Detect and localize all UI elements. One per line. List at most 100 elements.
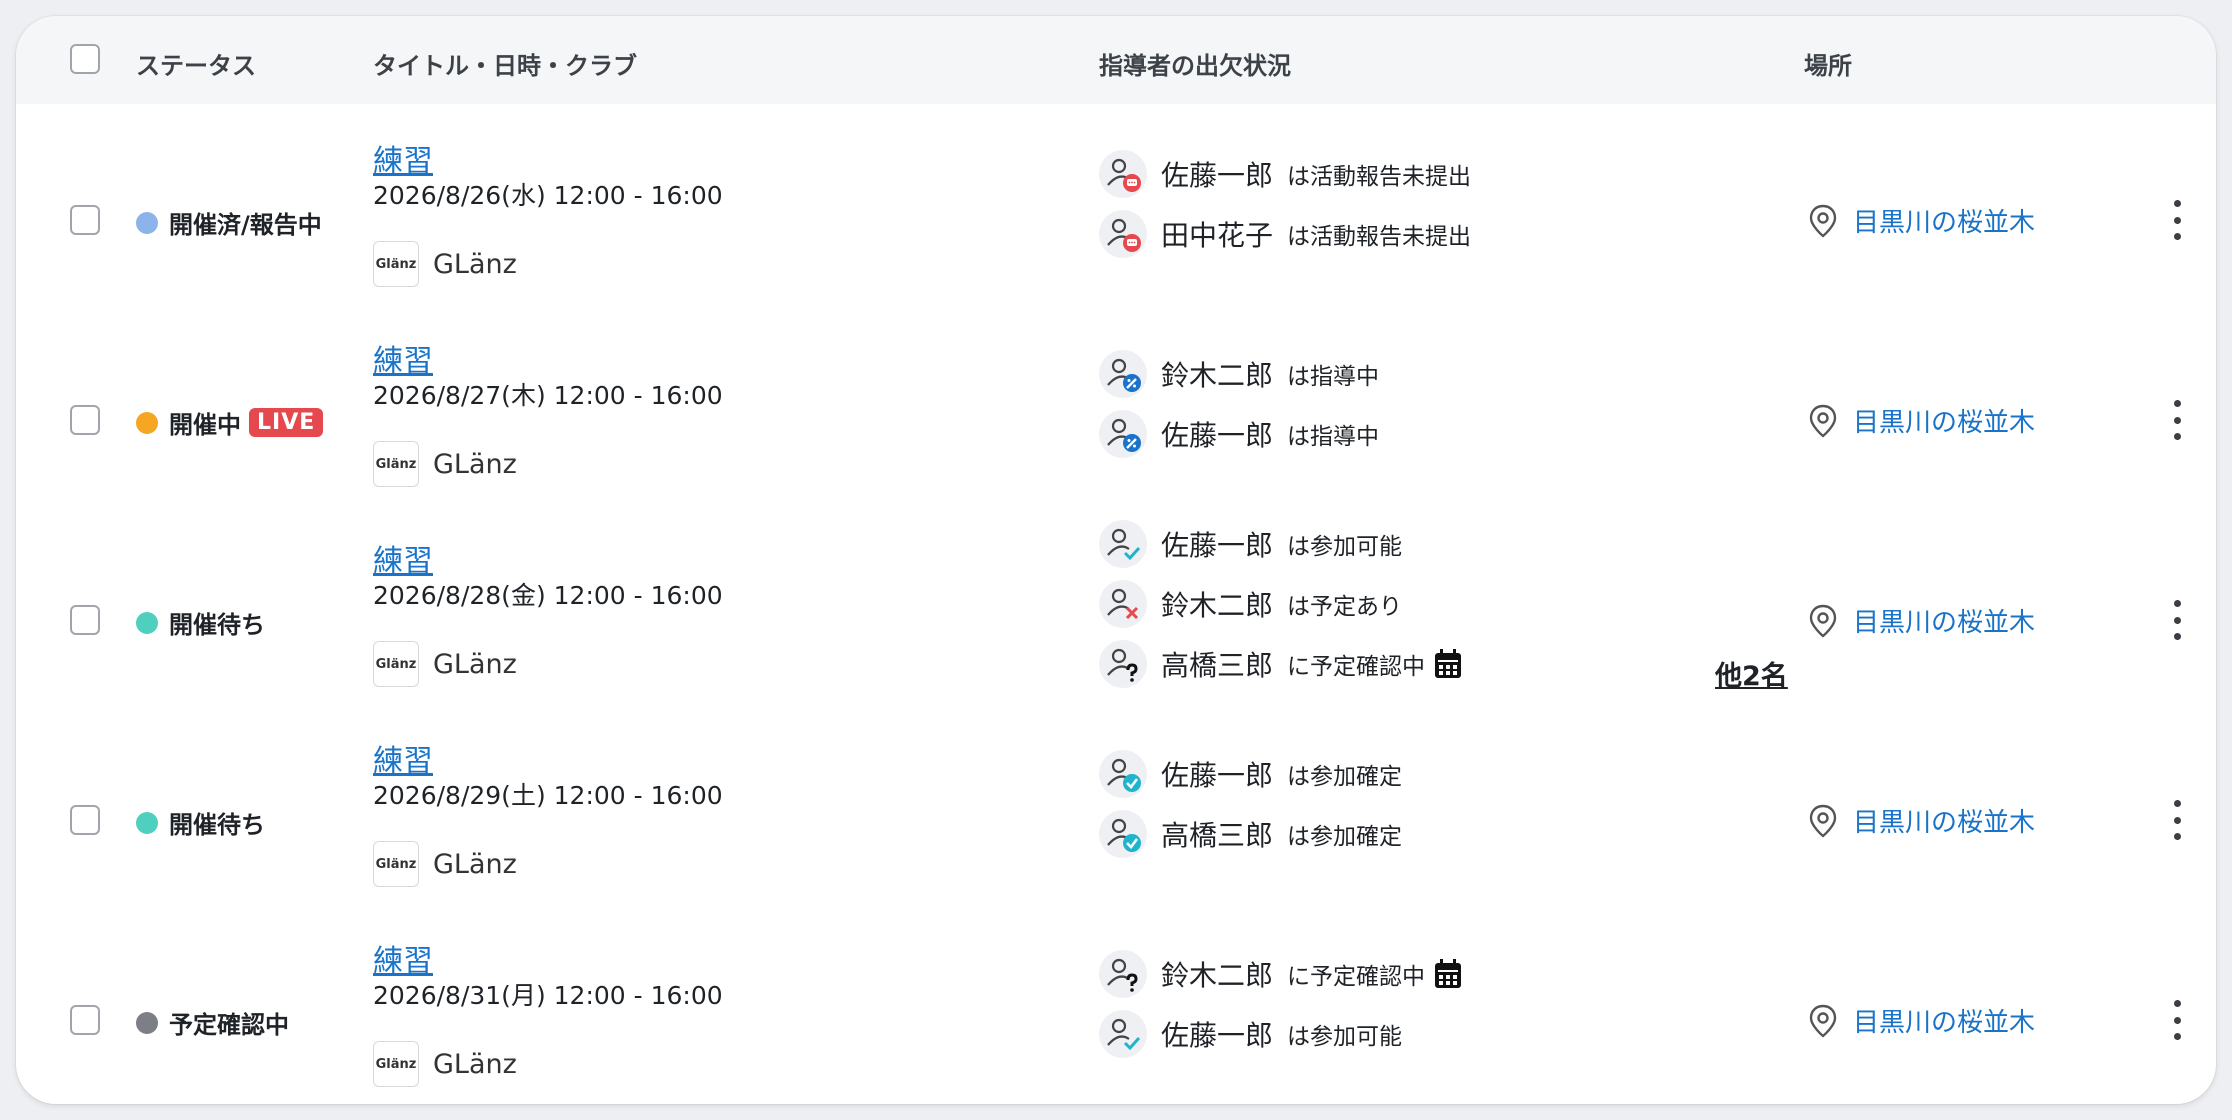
coach-name: 鈴木二郎	[1161, 959, 1274, 992]
coach-status: に予定確認中	[1287, 654, 1426, 680]
coach-item: 佐藤一郎 は指導中	[1099, 408, 1379, 460]
place[interactable]: 目黒川の桜並木	[1807, 602, 2035, 639]
club-logo: Glänz	[373, 1041, 419, 1087]
confirmed-icon	[1099, 750, 1147, 798]
coach-name: 鈴木二郎	[1161, 589, 1274, 622]
table-row[interactable]: 開催待ち 練習 2026/8/28(金) 12:00 - 16:00 Glänz…	[16, 504, 2216, 704]
row-checkbox[interactable]	[70, 405, 100, 435]
location-pin-icon	[1809, 1004, 1837, 1038]
event-datetime: 2026/8/26(水) 12:00 - 16:00	[373, 181, 723, 210]
event-title-link[interactable]: 練習	[373, 536, 433, 580]
busy-icon	[1099, 580, 1147, 628]
coach-name: 佐藤一郎	[1161, 1019, 1274, 1052]
coach-status: は参加可能	[1287, 534, 1403, 560]
club: Glänz GLänz	[373, 641, 517, 687]
more-options-icon[interactable]	[2167, 600, 2187, 640]
club-logo: Glänz	[373, 641, 419, 687]
event-title-link[interactable]: 練習	[373, 736, 433, 780]
club: Glänz GLänz	[373, 241, 517, 287]
event-datetime: 2026/8/28(金) 12:00 - 16:00	[373, 581, 723, 610]
place-link[interactable]: 目黒川の桜並木	[1853, 202, 2035, 239]
coach-status: は指導中	[1287, 424, 1380, 450]
coach-item: 田中花子 は活動報告未提出	[1099, 208, 1471, 260]
club-logo: Glänz	[373, 441, 419, 487]
club-name: GLänz	[433, 248, 517, 280]
coach-item: 鈴木二郎 は予定あり	[1099, 578, 1402, 630]
coaching-icon	[1099, 410, 1147, 458]
confirmed-icon	[1099, 810, 1147, 858]
confirming-icon	[1099, 950, 1147, 998]
coach-item: 鈴木二郎 は指導中	[1099, 348, 1379, 400]
more-options-icon[interactable]	[2167, 1000, 2187, 1040]
live-badge: LIVE	[249, 408, 324, 437]
event-title-link[interactable]: 練習	[373, 136, 433, 180]
coach-item: 高橋三郎 に予定確認中	[1099, 638, 1463, 690]
event-title-link[interactable]: 練習	[373, 336, 433, 380]
place[interactable]: 目黒川の桜並木	[1807, 1002, 2035, 1039]
coach-status: に予定確認中	[1287, 964, 1426, 990]
status-dot	[136, 611, 158, 634]
status-label: 開催待ち	[169, 811, 265, 839]
report-pending-icon	[1099, 150, 1147, 198]
place[interactable]: 目黒川の桜並木	[1807, 202, 2035, 239]
event-datetime: 2026/8/29(土) 12:00 - 16:00	[373, 781, 723, 810]
status-label: 開催済/報告中	[169, 211, 322, 239]
club-name: GLänz	[433, 1048, 517, 1080]
report-pending-icon	[1099, 210, 1147, 258]
coach-status: は活動報告未提出	[1287, 224, 1472, 250]
more-options-icon[interactable]	[2167, 400, 2187, 440]
coach-item: 佐藤一郎 は参加確定	[1099, 748, 1402, 800]
event-datetime: 2026/8/31(月) 12:00 - 16:00	[373, 981, 723, 1010]
status-badge: 予定確認中	[136, 1005, 289, 1040]
place[interactable]: 目黒川の桜並木	[1807, 402, 2035, 439]
coach-status: は指導中	[1287, 364, 1380, 390]
table-row[interactable]: 開催中 LIVE 練習 2026/8/27(木) 12:00 - 16:00 G…	[16, 304, 2216, 504]
coach-name: 田中花子	[1161, 219, 1274, 252]
status-label: 開催中	[169, 411, 241, 439]
location-pin-icon	[1809, 604, 1837, 638]
coach-name: 鈴木二郎	[1161, 359, 1274, 392]
schedule-table: ステータス タイトル・日時・クラブ 指導者の出欠状況 場所 開催済/報告中 練習…	[16, 16, 2216, 1104]
club-logo: Glänz	[373, 841, 419, 887]
table-row[interactable]: 予定確認中 練習 2026/8/31(月) 12:00 - 16:00 Glän…	[16, 904, 2216, 1104]
status-dot	[136, 211, 158, 234]
club-name: GLänz	[433, 448, 517, 480]
row-checkbox[interactable]	[70, 205, 100, 235]
coach-item: 佐藤一郎 は参加可能	[1099, 1008, 1402, 1060]
header-coach-attendance: 指導者の出欠状況	[1099, 52, 1291, 80]
status-label: 予定確認中	[169, 1011, 289, 1039]
row-checkbox[interactable]	[70, 1005, 100, 1035]
more-coaches-link[interactable]: 他2名	[1715, 654, 1788, 693]
coach-name: 佐藤一郎	[1161, 419, 1274, 452]
more-options-icon[interactable]	[2167, 800, 2187, 840]
club: Glänz GLänz	[373, 1041, 517, 1087]
confirming-icon	[1099, 640, 1147, 688]
coach-item: 佐藤一郎 は活動報告未提出	[1099, 148, 1471, 200]
club: Glänz GLänz	[373, 841, 517, 887]
more-options-icon[interactable]	[2167, 200, 2187, 240]
coach-status: は参加確定	[1287, 764, 1403, 790]
coach-name: 佐藤一郎	[1161, 159, 1274, 192]
location-pin-icon	[1809, 404, 1837, 438]
select-all-checkbox[interactable]	[70, 44, 100, 74]
header-title-date-club: タイトル・日時・クラブ	[373, 52, 637, 80]
table-row[interactable]: 開催待ち 練習 2026/8/29(土) 12:00 - 16:00 Glänz…	[16, 704, 2216, 904]
place-link[interactable]: 目黒川の桜並木	[1853, 402, 2035, 439]
table-row[interactable]: 開催済/報告中 練習 2026/8/26(水) 12:00 - 16:00 Gl…	[16, 104, 2216, 304]
place[interactable]: 目黒川の桜並木	[1807, 802, 2035, 839]
calendar-icon	[1435, 959, 1462, 988]
place-link[interactable]: 目黒川の桜並木	[1853, 602, 2035, 639]
event-title-link[interactable]: 練習	[373, 936, 433, 980]
row-checkbox[interactable]	[70, 805, 100, 835]
club-name: GLänz	[433, 648, 517, 680]
coach-name: 佐藤一郎	[1161, 759, 1274, 792]
location-pin-icon	[1809, 204, 1837, 238]
place-link[interactable]: 目黒川の桜並木	[1853, 1002, 2035, 1039]
status-badge: 開催待ち	[136, 605, 265, 640]
calendar-icon	[1435, 649, 1462, 678]
coach-name: 高橋三郎	[1161, 819, 1274, 852]
coach-status: は参加確定	[1287, 824, 1403, 850]
club: Glänz GLänz	[373, 441, 517, 487]
place-link[interactable]: 目黒川の桜並木	[1853, 802, 2035, 839]
row-checkbox[interactable]	[70, 605, 100, 635]
